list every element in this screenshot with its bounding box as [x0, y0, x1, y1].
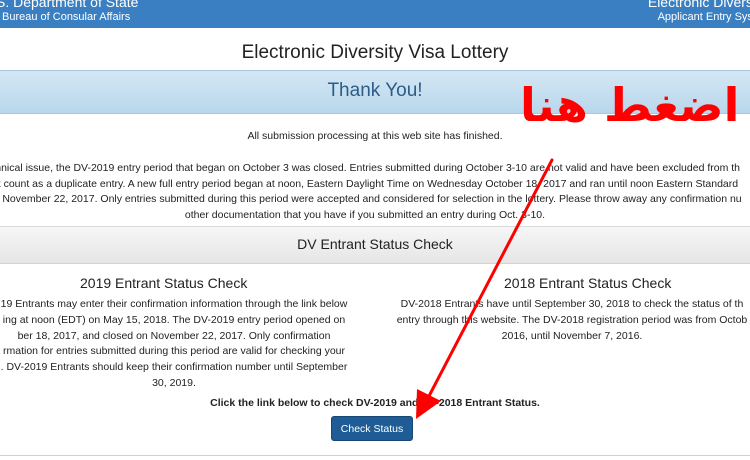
notice-line: chnical issue, the DV-2019 entry period … [0, 162, 741, 174]
check-status-button[interactable]: Check Status [331, 416, 413, 441]
check-status-instruction: Click the link below to check DV-2019 an… [210, 397, 540, 409]
status-2019-line: ing at noon (EDT) on May 15, 2018. The D… [2, 313, 346, 326]
status-2019-line: 19 Entrants may enter their confirmation… [0, 298, 348, 310]
department-name: S. Department of State [0, 0, 139, 10]
site-header: S. Department of State Bureau of Consula… [0, 0, 750, 28]
status-2019-heading: 2019 Entrant Status Check [80, 275, 248, 291]
status-check-heading: DV Entrant Status Check [297, 236, 453, 252]
footer-divider [0, 455, 750, 456]
bureau-name: Bureau of Consular Affairs [2, 11, 131, 23]
status-2019-line: 30, 2019. [152, 376, 196, 389]
notice-line: ay November 22, 2017. Only entries submi… [0, 193, 742, 205]
notice-line: ot count as a duplicate entry. A new ful… [0, 177, 739, 190]
status-2019-text: 19 Entrants may enter their confirmation… [0, 297, 354, 392]
status-2019-line: rmation for entries submitted during thi… [3, 345, 345, 358]
entry-period-notice: chnical issue, the DV-2019 entry period … [0, 161, 750, 223]
status-2018-heading: 2018 Entrant Status Check [504, 275, 672, 291]
status-2018-text: DV-2018 Entrants have until September 30… [392, 297, 750, 344]
status-2018-line: 2016, until November 7, 2016. [501, 329, 643, 342]
status-2018-line: entry through this website. The DV-2018 … [396, 313, 748, 326]
status-2018-line: DV-2018 Entrants have until September 30… [400, 298, 744, 310]
notice-line: other documentation that you have if you… [184, 208, 546, 221]
status-2019-line: . DV-2019 Entrants should keep their con… [0, 361, 348, 374]
app-name: Electronic Diversi [647, 0, 750, 10]
app-subtitle: Applicant Entry Syst [657, 11, 750, 23]
click-here-annotation: اضغط هنا [520, 78, 740, 132]
status-2019-line: ber 18, 2017, and closed on November 22,… [17, 329, 331, 342]
page-title: Electronic Diversity Visa Lottery [241, 42, 509, 63]
